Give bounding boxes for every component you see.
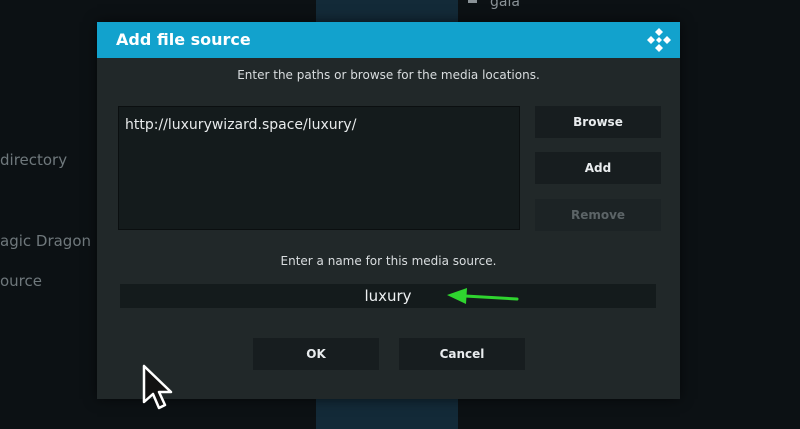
browse-button[interactable]: Browse — [535, 106, 661, 138]
ok-button[interactable]: OK — [253, 338, 379, 370]
dialog-title-bar: Add file source — [97, 22, 680, 58]
paths-list[interactable]: http://luxurywizard.space/luxury/ — [118, 106, 520, 230]
remove-button[interactable]: Remove — [535, 199, 661, 231]
background-item: agic Dragon — [0, 232, 92, 250]
cancel-button[interactable]: Cancel — [399, 338, 525, 370]
background-item-top: gaia — [490, 0, 520, 10]
background-item: ource — [0, 272, 42, 290]
green-arrow-icon — [447, 288, 519, 304]
add-file-source-dialog: Add file source Enter the paths or brows… — [97, 22, 680, 399]
dialog-instructions: Enter the paths or browse for the media … — [237, 68, 540, 82]
dialog-title: Add file source — [116, 30, 251, 49]
source-name-label: Enter a name for this media source. — [280, 254, 497, 268]
path-list-item[interactable]: http://luxurywizard.space/luxury/ — [125, 117, 356, 133]
list-bullet-icon — [468, 0, 477, 3]
background-item: directory — [0, 151, 68, 169]
kodi-logo-icon — [647, 28, 671, 52]
source-name-input[interactable]: luxury — [120, 284, 656, 308]
add-button[interactable]: Add — [535, 152, 661, 184]
mouse-pointer-icon — [142, 364, 173, 410]
